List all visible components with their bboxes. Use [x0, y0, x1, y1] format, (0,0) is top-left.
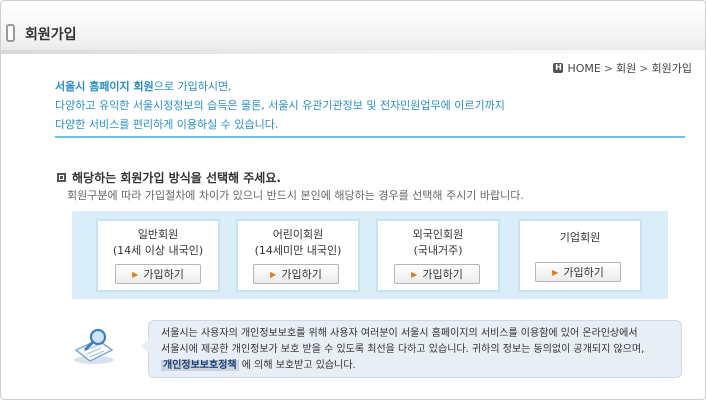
- section-title: 해당하는 회원가입 방식을 선택해 주세요.: [57, 169, 281, 186]
- header-stripe: [1, 50, 705, 54]
- card-subtitle: (14세미만 내국인): [254, 244, 342, 257]
- join-button-foreigner[interactable]: ▶ 가입하기: [394, 264, 480, 284]
- intro-line3: 다양한 서비스를 편리하게 이용하실 수 있습니다.: [55, 118, 279, 131]
- section-description: 회원구분에 따라 가입절차에 차이가 있으니 반드시 본인에 해당하는 경우를 …: [67, 189, 524, 202]
- notice-line1: 서울시는 사용자의 개인정보보호를 위해 사용자 여러분이 서울시 홈페이지의 …: [161, 328, 638, 339]
- breadcrumb-member[interactable]: 회원: [616, 60, 636, 76]
- arrow-right-icon: ▶: [270, 269, 277, 279]
- join-button-child[interactable]: ▶ 가입하기: [253, 264, 339, 284]
- intro-bold: 서울시 홈페이지 회원: [55, 80, 154, 93]
- notice-line2: 서울시에 제공한 개인정보가 보호 받을 수 있도록 최선을 다하고 있습니다.…: [161, 344, 645, 355]
- intro-line1: 으로 가입하시면,: [153, 80, 232, 93]
- breadcrumb-separator: >: [603, 61, 614, 75]
- card-name: 어린이회원: [272, 228, 324, 241]
- page-title: 회원가입: [25, 27, 77, 43]
- privacy-notice: 서울시는 사용자의 개인정보보호를 위해 사용자 여러분이 서울시 홈페이지의 …: [141, 320, 682, 378]
- arrow-right-icon: ▶: [132, 269, 139, 279]
- breadcrumb-signup: 회원가입: [651, 62, 692, 75]
- card-name: 외국인회원: [412, 228, 464, 241]
- breadcrumb: H HOME > 회원 > 회원가입: [553, 60, 692, 76]
- join-button-general[interactable]: ▶ 가입하기: [115, 264, 201, 284]
- intro-line2: 다양하고 유익한 서울시정정보의 습득은 물론, 서울시 유관기관정보 및 전자…: [55, 99, 505, 112]
- intro-text: 서울시 홈페이지 회원으로 가입하시면, 다양하고 유익한 서울시정정보의 습득…: [55, 77, 675, 134]
- arrow-right-icon: ▶: [411, 269, 418, 279]
- join-button-label: 가입하기: [143, 268, 184, 281]
- join-button-label: 가입하기: [281, 268, 322, 281]
- card-subtitle: (14세 이상 내국인): [112, 244, 204, 257]
- notice-line3: 에 의해 보호받고 있습니다.: [241, 360, 356, 371]
- card-name: 일반회원: [137, 228, 179, 241]
- home-icon: H: [553, 63, 564, 73]
- privacy-policy-link[interactable]: 개인정보보호정책: [161, 360, 239, 371]
- privacy-notice-text: 서울시는 사용자의 개인정보보호를 위해 사용자 여러분이 서울시 홈페이지의 …: [161, 326, 676, 374]
- page-header: [1, 1, 705, 53]
- card-subtitle: (국내거주): [413, 244, 463, 257]
- section-divider: [55, 136, 685, 138]
- join-button-label: 가입하기: [563, 266, 604, 279]
- title-bar-icon: [6, 24, 15, 42]
- magnifier-document-icon: [72, 326, 116, 366]
- join-button-label: 가입하기: [422, 268, 463, 281]
- section-title-text: 해당하는 회원가입 방식을 선택해 주세요.: [72, 171, 281, 185]
- arrow-right-icon: ▶: [552, 267, 559, 277]
- square-bullet-icon: [57, 173, 66, 182]
- join-button-business[interactable]: ▶ 가입하기: [535, 262, 621, 282]
- card-name: 기업회원: [559, 231, 601, 244]
- breadcrumb-home[interactable]: HOME: [567, 62, 600, 75]
- breadcrumb-separator: >: [639, 61, 649, 75]
